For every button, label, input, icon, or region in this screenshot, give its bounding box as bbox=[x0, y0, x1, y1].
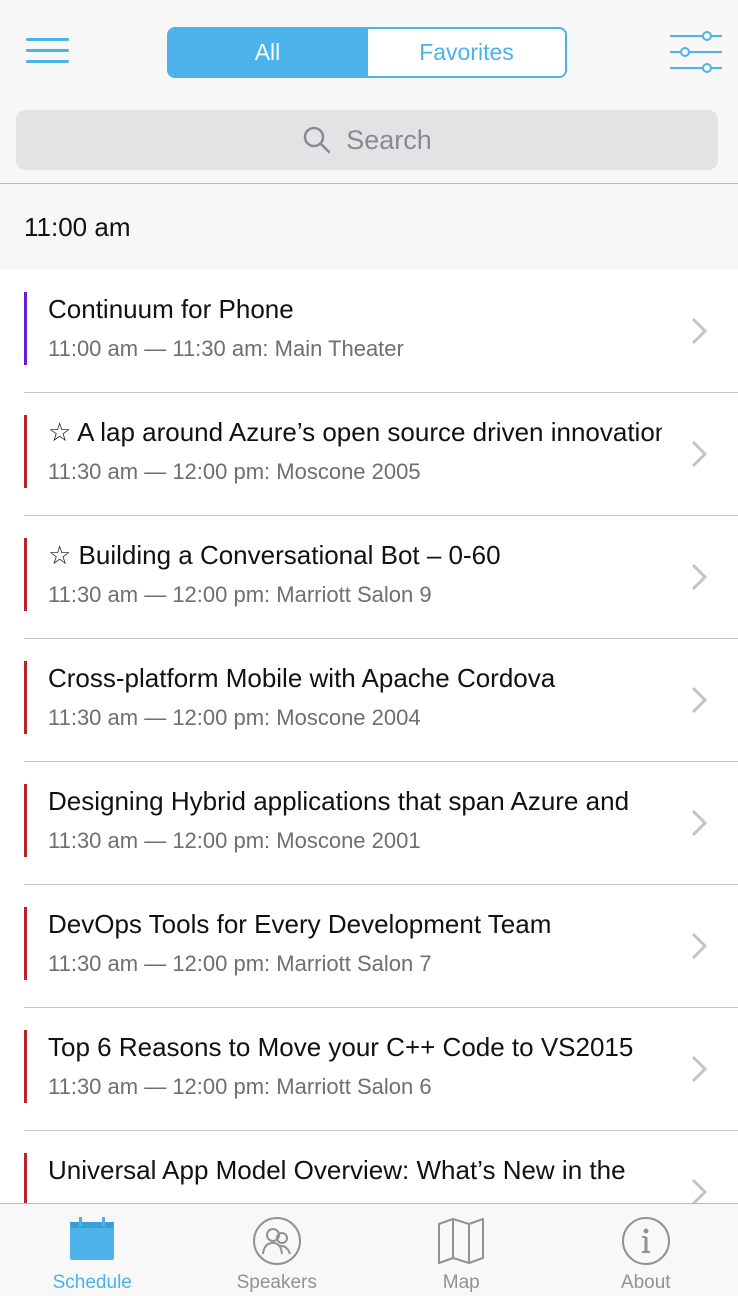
track-color-bar bbox=[24, 1030, 27, 1103]
session-title: Universal App Model Overview: What’s New… bbox=[48, 1155, 626, 1185]
segmented-control: All Favorites bbox=[167, 27, 567, 78]
chevron-right-icon bbox=[691, 563, 708, 591]
list-item[interactable]: Cross-platform Mobile with Apache Cordov… bbox=[0, 639, 738, 762]
session-time-location: 11:30 am — 12:00 pm: Marriott Salon 6 bbox=[48, 1074, 432, 1099]
track-color-bar bbox=[24, 415, 27, 488]
menu-icon[interactable] bbox=[26, 38, 70, 66]
calendar-icon bbox=[70, 1217, 115, 1260]
session-time-location: 11:30 am — 12:00 pm: Moscone 2004 bbox=[48, 705, 421, 730]
tab-label: Schedule bbox=[52, 1272, 132, 1293]
chevron-right-icon bbox=[691, 317, 708, 345]
tab-label: Map bbox=[442, 1272, 480, 1293]
info-icon bbox=[621, 1217, 670, 1265]
session-title: Top 6 Reasons to Move your C++ Code to V… bbox=[48, 1032, 634, 1062]
session-time-location: 11:00 am — 11:30 am: Main Theater bbox=[48, 336, 404, 361]
tab-about[interactable]: About bbox=[554, 1204, 738, 1296]
list-item[interactable]: Top 6 Reasons to Move your C++ Code to V… bbox=[0, 1008, 738, 1131]
track-color-bar bbox=[24, 784, 27, 857]
session-title: ☆ Building a Conversational Bot – 0-60 bbox=[48, 540, 501, 570]
tab-label: About bbox=[620, 1272, 671, 1293]
tab-map[interactable]: Map bbox=[369, 1204, 554, 1296]
list-item[interactable]: ☆ Building a Conversational Bot – 0-60 1… bbox=[0, 516, 738, 639]
header: All Favorites Search bbox=[0, 0, 738, 184]
tab-schedule[interactable]: Schedule bbox=[0, 1204, 185, 1296]
session-time-location: 11:30 am — 12:00 pm: Moscone 2005 bbox=[48, 459, 421, 484]
session-time-location: 11:30 am — 12:00 pm: Marriott Salon 7 bbox=[48, 951, 432, 976]
chevron-right-icon bbox=[691, 686, 708, 714]
tab-speakers[interactable]: Speakers bbox=[185, 1204, 370, 1296]
filter-icon[interactable] bbox=[668, 30, 724, 74]
session-time-location: 11:30 am — 12:00 pm: Marriott Salon 9 bbox=[48, 582, 432, 607]
search-input[interactable]: Search bbox=[16, 110, 718, 170]
track-color-bar bbox=[24, 538, 27, 611]
session-list: Continuum for Phone 11:00 am — 11:30 am:… bbox=[0, 270, 738, 1254]
tab-label: Speakers bbox=[236, 1272, 317, 1293]
people-icon bbox=[252, 1217, 301, 1265]
tab-bar: Schedule Speakers Map About bbox=[0, 1203, 738, 1296]
session-title: Cross-platform Mobile with Apache Cordov… bbox=[48, 663, 556, 693]
chevron-right-icon bbox=[691, 440, 708, 468]
chevron-right-icon bbox=[691, 1055, 708, 1083]
section-header: 11:00 am bbox=[0, 184, 738, 270]
list-item[interactable]: ☆ A lap around Azure’s open source drive… bbox=[0, 393, 738, 516]
list-item[interactable]: Designing Hybrid applications that span … bbox=[0, 762, 738, 885]
segment-all[interactable]: All bbox=[169, 29, 366, 76]
map-icon bbox=[438, 1218, 485, 1264]
session-title: Continuum for Phone bbox=[48, 294, 294, 324]
segment-favorites[interactable]: Favorites bbox=[366, 29, 565, 76]
chevron-right-icon bbox=[691, 809, 708, 837]
list-item[interactable]: Continuum for Phone 11:00 am — 11:30 am:… bbox=[0, 270, 738, 393]
session-title: Designing Hybrid applications that span … bbox=[48, 786, 630, 816]
track-color-bar bbox=[24, 907, 27, 980]
session-title: DevOps Tools for Every Development Team bbox=[48, 909, 552, 939]
app-window: All Favorites Search 11:00 am Continuum … bbox=[0, 0, 738, 1296]
search-placeholder: Search bbox=[346, 124, 432, 155]
track-color-bar bbox=[24, 292, 27, 365]
section-title: 11:00 am bbox=[24, 211, 131, 242]
track-color-bar bbox=[24, 661, 27, 734]
session-title: ☆ A lap around Azure’s open source drive… bbox=[48, 417, 662, 447]
search-icon bbox=[303, 126, 331, 154]
session-time-location: 11:30 am — 12:00 pm: Moscone 2001 bbox=[48, 828, 421, 853]
chevron-right-icon bbox=[691, 932, 708, 960]
list-item[interactable]: DevOps Tools for Every Development Team … bbox=[0, 885, 738, 1008]
